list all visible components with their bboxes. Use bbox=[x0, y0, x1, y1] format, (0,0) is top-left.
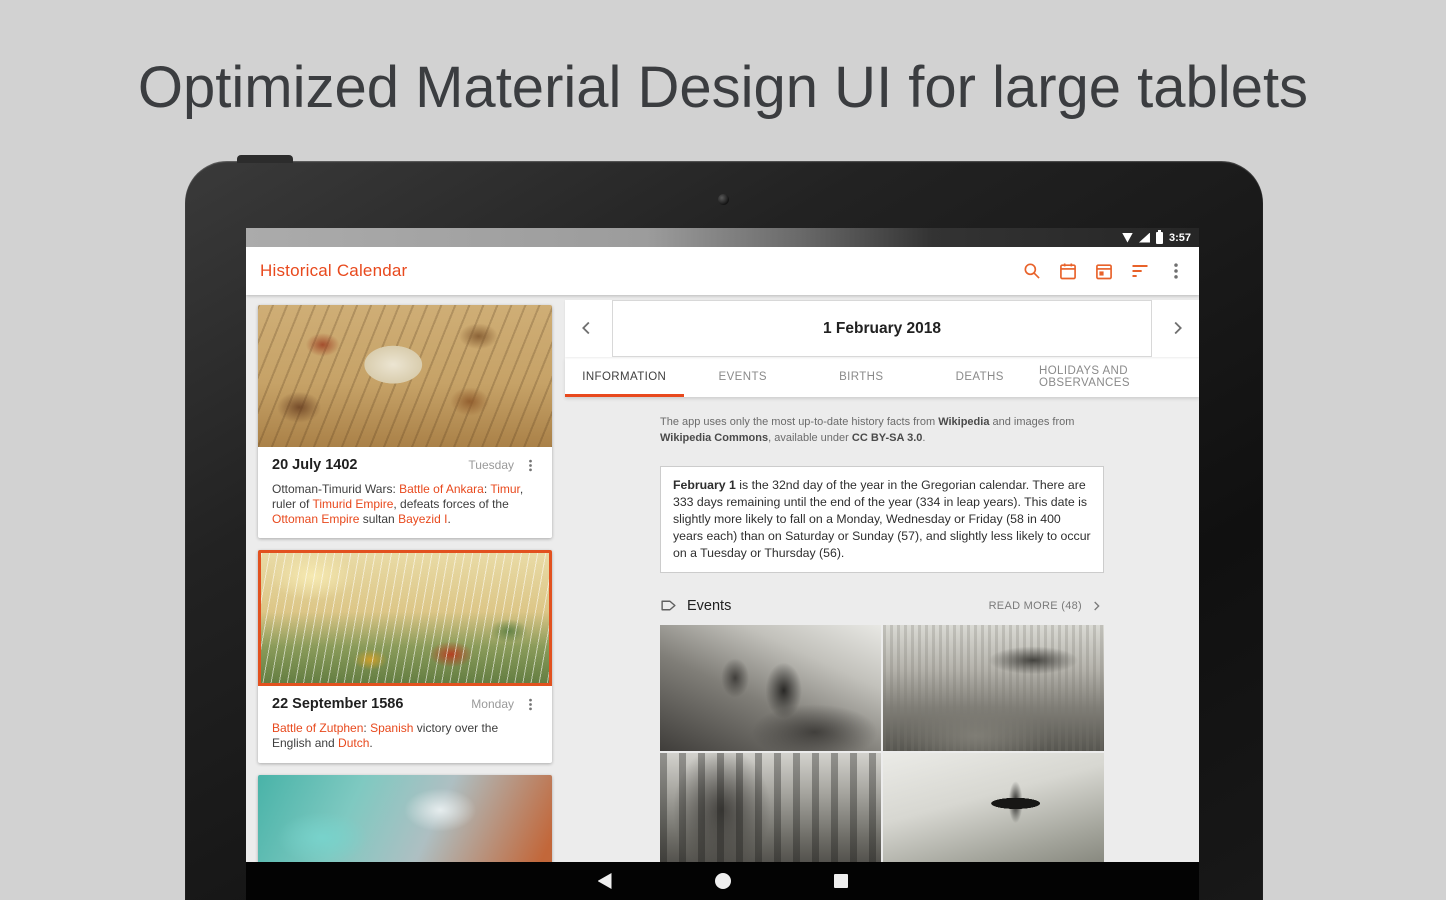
next-day-button[interactable] bbox=[1165, 317, 1189, 341]
information-content: The app uses only the most up-to-date hi… bbox=[660, 415, 1104, 879]
current-date-box[interactable]: 1 February 2018 bbox=[612, 300, 1152, 357]
attribution-segment: . bbox=[922, 432, 925, 444]
tablet-frame: 3:57 Historical Calendar bbox=[185, 161, 1263, 900]
wiki-link[interactable]: Timur bbox=[490, 482, 520, 496]
overflow-menu-button[interactable] bbox=[1165, 260, 1187, 282]
wiki-link[interactable]: Spanish bbox=[370, 721, 413, 735]
sort-icon bbox=[1130, 261, 1150, 281]
app-toolbar: Historical Calendar bbox=[246, 247, 1199, 295]
overflow-menu-icon bbox=[523, 458, 538, 473]
cellular-signal-icon bbox=[1139, 233, 1150, 243]
wiki-link[interactable]: Battle of Ankara bbox=[399, 482, 484, 496]
wiki-link[interactable]: Ottoman Empire bbox=[272, 512, 359, 526]
attribution-segment: and images from bbox=[989, 416, 1074, 428]
day-information-box: February 1 is the 32nd day of the year i… bbox=[660, 466, 1104, 573]
battery-icon bbox=[1156, 232, 1163, 244]
previous-day-button[interactable] bbox=[575, 317, 599, 341]
recents-icon bbox=[834, 874, 848, 888]
status-bar: 3:57 bbox=[246, 228, 1199, 247]
card-date: 20 July 1402 bbox=[272, 457, 357, 473]
home-button[interactable] bbox=[715, 873, 731, 889]
overflow-menu-icon bbox=[523, 697, 538, 712]
toolbar-actions bbox=[1021, 260, 1187, 282]
calendar-icon bbox=[1058, 261, 1078, 281]
events-photo-grid bbox=[660, 625, 1104, 879]
chevron-right-icon bbox=[1166, 317, 1188, 339]
card-menu-button[interactable] bbox=[522, 696, 538, 712]
battle-of-ankara-painting[interactable] bbox=[258, 305, 552, 447]
calendar-today-icon bbox=[1094, 261, 1114, 281]
desc-text: . bbox=[369, 736, 372, 750]
attribution-text: The app uses only the most up-to-date hi… bbox=[660, 415, 1104, 446]
events-section-header: Events READ MORE (48) bbox=[660, 597, 1104, 614]
event-card-list: 20 July 1402 Tuesday Ottoman-Timurid War… bbox=[258, 305, 552, 900]
tab-deaths[interactable]: DEATHS bbox=[921, 357, 1040, 397]
chevron-right-icon bbox=[1088, 598, 1104, 614]
card-description: Battle of Zutphen: Spanish victory over … bbox=[272, 721, 538, 751]
card-weekday: Tuesday bbox=[468, 458, 522, 472]
back-button[interactable] bbox=[598, 873, 612, 889]
battle-of-zutphen-painting[interactable] bbox=[258, 550, 552, 686]
search-icon bbox=[1022, 261, 1042, 281]
attribution-segment: The app uses only the most up-to-date hi… bbox=[660, 416, 938, 428]
power-button bbox=[237, 155, 293, 163]
tab-births[interactable]: BIRTHS bbox=[802, 357, 921, 397]
read-more-button[interactable]: READ MORE (48) bbox=[989, 598, 1104, 614]
event-card-1402[interactable]: 20 July 1402 Tuesday Ottoman-Timurid War… bbox=[258, 305, 552, 538]
wiki-link[interactable]: Timurid Empire bbox=[312, 497, 393, 511]
promo-headline: Optimized Material Design UI for large t… bbox=[0, 54, 1446, 121]
back-icon bbox=[598, 873, 612, 889]
card-weekday: Monday bbox=[471, 697, 522, 711]
tablet-screen: 3:57 Historical Calendar bbox=[246, 228, 1199, 900]
event-card-1586[interactable]: 22 September 1586 Monday Battle of Zutph… bbox=[258, 550, 552, 763]
card-menu-button[interactable] bbox=[522, 457, 538, 473]
overflow-menu-icon bbox=[1166, 261, 1186, 281]
card-body: 20 July 1402 Tuesday Ottoman-Timurid War… bbox=[258, 447, 552, 538]
tab-bar: INFORMATION EVENTS BIRTHS DEATHS HOLIDAY… bbox=[565, 357, 1199, 397]
card-date: 22 September 1586 bbox=[272, 696, 403, 712]
android-navigation-bar bbox=[246, 862, 1199, 900]
wifi-icon bbox=[1122, 233, 1133, 243]
status-time: 3:57 bbox=[1169, 232, 1191, 244]
card-description: Ottoman-Timurid Wars: Battle of Ankara: … bbox=[272, 482, 538, 526]
tab-information[interactable]: INFORMATION bbox=[565, 357, 684, 397]
search-button[interactable] bbox=[1021, 260, 1043, 282]
sort-button[interactable] bbox=[1129, 260, 1151, 282]
event-photo-2[interactable] bbox=[883, 625, 1104, 751]
current-date-label: 1 February 2018 bbox=[823, 320, 941, 338]
attribution-segment: Wikipedia Commons bbox=[660, 432, 768, 444]
card-body: 22 September 1586 Monday Battle of Zutph… bbox=[258, 686, 552, 763]
wiki-link[interactable]: Bayezid I bbox=[398, 512, 447, 526]
attribution-segment: , available under bbox=[768, 432, 852, 444]
desc-text: , defeats forces of the bbox=[393, 497, 508, 511]
recents-button[interactable] bbox=[834, 874, 848, 888]
event-photo-4[interactable] bbox=[883, 753, 1104, 879]
main-panel: 1 February 2018 INFORMATION EVENTS BIRTH… bbox=[565, 300, 1199, 879]
calendar-today-button[interactable] bbox=[1093, 260, 1115, 282]
card-title-row: 22 September 1586 Monday bbox=[272, 696, 538, 712]
label-icon bbox=[660, 597, 677, 614]
wiki-link[interactable]: Battle of Zutphen bbox=[272, 721, 363, 735]
tab-holidays[interactable]: HOLIDAYS AND OBSERVANCES bbox=[1039, 357, 1199, 397]
attribution-segment: CC BY-SA 3.0 bbox=[852, 432, 923, 444]
desc-text: sultan bbox=[359, 512, 398, 526]
info-lead: February 1 bbox=[673, 478, 736, 492]
attribution-segment: Wikipedia bbox=[938, 416, 989, 428]
chevron-left-icon bbox=[576, 317, 598, 339]
calendar-button[interactable] bbox=[1057, 260, 1079, 282]
event-photo-3[interactable] bbox=[660, 753, 881, 879]
card-title-row: 20 July 1402 Tuesday bbox=[272, 457, 538, 473]
date-navigation: 1 February 2018 bbox=[565, 300, 1199, 357]
app-title: Historical Calendar bbox=[260, 261, 407, 281]
read-more-label: READ MORE (48) bbox=[989, 600, 1082, 612]
desc-text: Ottoman-Timurid Wars: bbox=[272, 482, 399, 496]
events-section-title: Events bbox=[687, 598, 731, 614]
front-camera-icon bbox=[718, 194, 729, 205]
desc-text: . bbox=[447, 512, 450, 526]
event-photo-1[interactable] bbox=[660, 625, 881, 751]
wiki-link[interactable]: Dutch bbox=[338, 736, 369, 750]
home-icon bbox=[715, 873, 731, 889]
tab-events[interactable]: EVENTS bbox=[684, 357, 803, 397]
info-body: is the 32nd day of the year in the Grego… bbox=[673, 478, 1091, 560]
